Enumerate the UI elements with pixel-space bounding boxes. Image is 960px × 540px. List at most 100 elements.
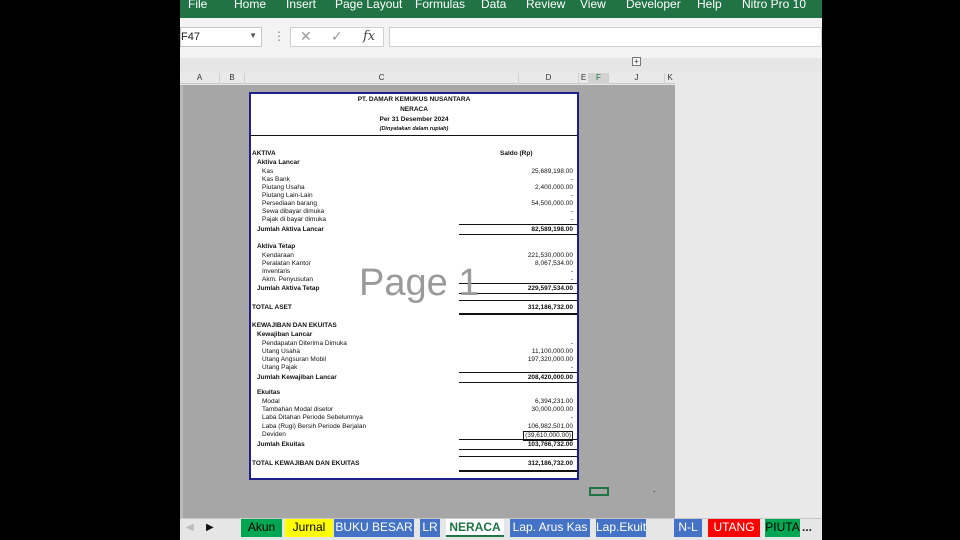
line-label: Deviden: [262, 431, 286, 438]
line-amount: 106,982,501.00: [527, 423, 573, 430]
line-amount: 11,100,000.00: [531, 348, 573, 355]
line-label: Utang Pajak: [262, 364, 298, 371]
ribbon-menu-bar: File Home Insert Page Layout Formulas Da…: [180, 0, 822, 18]
line-label: Sewa dibayar dimuka: [262, 208, 325, 215]
column-header-c[interactable]: C: [245, 73, 519, 84]
menu-developer[interactable]: Developer: [626, 0, 681, 11]
total-amount: 103,766,732.00: [527, 441, 573, 448]
double-underline: [459, 470, 577, 472]
menu-data[interactable]: Data: [481, 0, 506, 11]
name-box[interactable]: F47 ▼: [180, 27, 262, 47]
cancel-icon[interactable]: ✕: [300, 28, 312, 45]
column-header-e[interactable]: E: [579, 73, 589, 84]
active-cell[interactable]: [589, 487, 609, 496]
scroll-left-icon[interactable]: ◀: [186, 522, 194, 533]
insert-function-icon[interactable]: fx: [363, 29, 375, 44]
sheet-tab-lap-arus-kas[interactable]: Lap. Arus Kas: [510, 519, 590, 537]
subtotal-line: [459, 439, 577, 440]
line-amount: -: [570, 176, 573, 183]
sheet-tab-bar: ◀ ▶ Akun Jurnal BUKU BESAR LR NERACA Lap. Aru…: [180, 518, 822, 540]
total-aset-amount: 312,186,732.00: [527, 304, 573, 311]
line-label: Kas: [262, 168, 274, 175]
line-amount: -: [570, 364, 573, 371]
outside-area: [822, 0, 960, 540]
total-underline: [459, 382, 577, 383]
report-title: NERACA: [400, 106, 428, 113]
unused-area: [675, 72, 822, 518]
column-header-d[interactable]: D: [519, 73, 579, 84]
menu-nitro-pro[interactable]: Nitro Pro 10: [742, 0, 806, 11]
column-header-a[interactable]: A: [180, 73, 220, 84]
total-label: Jumlah Aktiva Tetap: [257, 285, 320, 292]
subtotal-line: [459, 456, 577, 457]
enter-icon[interactable]: ✓: [331, 28, 343, 45]
subtotal-line: [459, 224, 577, 225]
menu-file[interactable]: File: [188, 0, 207, 11]
line-label: Piutang Usaha: [262, 184, 305, 191]
total-amount: 229,597,534.00: [527, 285, 573, 292]
sheet-tab-n-l[interactable]: N-L: [674, 519, 702, 537]
total-label: Jumlah Aktiva Lancar: [257, 226, 324, 233]
line-amount: -: [570, 192, 573, 199]
formula-buttons: ✕ ✓ fx: [290, 27, 384, 47]
total-underline: [459, 234, 577, 235]
name-box-value: F47: [181, 31, 200, 43]
kewajiban-ekuitas-header: KEWAJIBAN DAN EKUITAS: [252, 322, 337, 329]
report-period: Per 31 Desember 2024: [379, 116, 449, 123]
double-underline: [459, 313, 577, 315]
kewajiban-lancar-header: Kewajiban Lancar: [257, 331, 313, 338]
line-amount: 221,530,000.00: [527, 252, 573, 259]
sheet-tab-utang[interactable]: UTANG: [708, 519, 760, 537]
line-amount: -: [570, 340, 573, 347]
column-header-k[interactable]: K: [665, 73, 675, 84]
line-label: Utang Usaha: [262, 348, 300, 355]
menu-review[interactable]: Review: [526, 0, 565, 11]
line-amount: 6,394,231.00: [535, 398, 573, 405]
line-label: Akm. Penyusutan: [262, 276, 313, 283]
menu-view[interactable]: View: [580, 0, 606, 11]
sheet-tab-piuta[interactable]: PIUTA: [765, 519, 800, 537]
total-label: Jumlah Ekuitas: [257, 441, 305, 448]
column-header-b[interactable]: B: [220, 73, 245, 84]
line-amount: 25,689,198.00: [531, 168, 573, 175]
saldo-header: Saldo (Rp): [500, 150, 533, 157]
line-amount: 197,320,000.00: [527, 356, 573, 363]
line-amount: 30,000,000.00: [531, 406, 573, 413]
more-sheets-icon[interactable]: ...: [802, 520, 812, 534]
sheet-tab-lr[interactable]: LR: [420, 519, 440, 537]
menu-page-layout[interactable]: Page Layout: [335, 0, 402, 11]
sheet-tab-buku-besar[interactable]: BUKU BESAR: [334, 519, 414, 537]
line-label: Piutang Lain-Lain: [262, 192, 313, 199]
line-amount: 2,400,000.00: [535, 184, 573, 191]
excel-window: File Home Insert Page Layout Formulas Da…: [180, 0, 822, 540]
total-label: Jumlah Kewajiban Lancar: [257, 374, 337, 381]
total-ke-label: TOTAL KEWAJIBAN DAN EKUITAS: [252, 460, 360, 467]
sheet-tab-jurnal[interactable]: Jurnal: [285, 519, 333, 537]
cell-value: -: [653, 487, 656, 496]
sheet-tab-neraca[interactable]: NERACA: [446, 519, 504, 537]
total-ke-amount: 312,186,732.00: [527, 460, 573, 467]
menu-insert[interactable]: Insert: [286, 0, 316, 11]
scroll-right-icon[interactable]: ▶: [206, 522, 214, 533]
line-amount: -: [570, 414, 573, 421]
expand-group-icon[interactable]: +: [632, 57, 641, 66]
line-amount: 8,067,534.00: [535, 260, 573, 267]
chevron-down-icon[interactable]: ▼: [249, 31, 257, 40]
formula-input[interactable]: [389, 27, 822, 47]
menu-home[interactable]: Home: [234, 0, 266, 11]
balance-sheet-page: PT. DAMAR KEMUKUS NUSANTARA NERACA Per 3…: [249, 92, 579, 480]
page-number-watermark: Page 1: [359, 262, 480, 304]
menu-formulas[interactable]: Formulas: [415, 0, 465, 11]
sheet-tab-akun[interactable]: Akun: [241, 519, 282, 537]
line-label: Persediaan barang: [262, 200, 317, 207]
line-amount: 54,500,000.00: [531, 200, 573, 207]
company-name: PT. DAMAR KEMUKUS NUSANTARA: [357, 96, 471, 103]
column-header-f[interactable]: F: [589, 73, 609, 84]
more-options-icon[interactable]: ⋮: [273, 29, 285, 43]
aktiva-lancar-header: Aktiva Lancar: [257, 159, 300, 166]
line-label: Modal: [262, 398, 280, 405]
line-label: Tambahan Modal disetor: [262, 406, 334, 413]
column-header-j[interactable]: J: [609, 73, 665, 84]
menu-help[interactable]: Help: [697, 0, 722, 11]
sheet-tab-lap-ekuitas[interactable]: Lap.Ekuitas: [596, 519, 646, 537]
